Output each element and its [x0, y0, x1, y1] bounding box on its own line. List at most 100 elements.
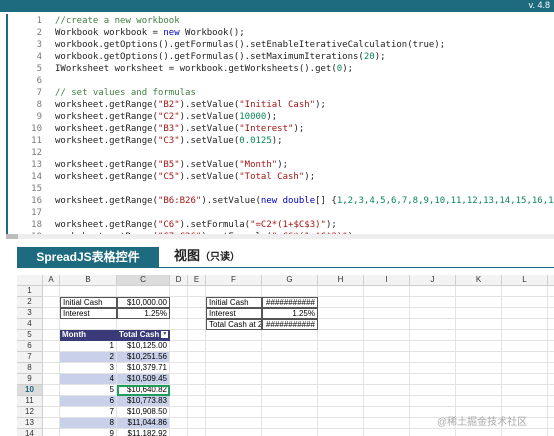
filter-dropdown-icon[interactable]: ▼ [161, 331, 169, 339]
grid-cell[interactable] [262, 385, 318, 396]
code-line[interactable]: 7 // set values and formulas [0, 88, 554, 99]
grid-cell[interactable] [188, 429, 206, 436]
grid-cell[interactable] [206, 330, 262, 341]
grid-cell[interactable] [410, 396, 456, 407]
grid-corner[interactable] [17, 275, 43, 286]
grid-cell[interactable] [410, 330, 456, 341]
grid-cell[interactable] [43, 352, 60, 363]
grid-cell[interactable] [548, 374, 554, 385]
grid-cell[interactable] [502, 341, 548, 352]
row-header-3[interactable]: 3 [17, 308, 43, 319]
grid-cell[interactable] [364, 407, 410, 418]
cell-f2[interactable]: Initial Cash [206, 297, 262, 308]
grid-cell[interactable] [206, 341, 262, 352]
grid-cell[interactable] [410, 286, 456, 297]
grid-cell[interactable] [206, 363, 262, 374]
grid-cell[interactable] [188, 341, 206, 352]
grid-cell[interactable] [548, 330, 554, 341]
grid-cell[interactable] [43, 341, 60, 352]
cell-b3[interactable]: Interest [60, 308, 117, 319]
grid-cell[interactable] [364, 385, 410, 396]
grid-cell[interactable] [456, 341, 502, 352]
grid-cell[interactable] [548, 286, 554, 297]
column-header-l[interactable]: L [502, 275, 548, 286]
grid-cell[interactable] [188, 374, 206, 385]
grid-cell[interactable] [364, 429, 410, 436]
grid-cell[interactable] [410, 363, 456, 374]
grid-cell[interactable] [262, 352, 318, 363]
grid-cell[interactable] [364, 374, 410, 385]
grid-cell[interactable] [502, 385, 548, 396]
code-line[interactable]: 6 [0, 76, 554, 87]
cell-c2[interactable]: $10,000.00 [117, 297, 170, 308]
grid-cell[interactable] [502, 297, 548, 308]
table-cell-month[interactable]: 3 [60, 363, 117, 374]
table-cell-month[interactable]: 7 [60, 407, 117, 418]
grid-cell[interactable] [170, 319, 188, 330]
grid-cell[interactable] [364, 319, 410, 330]
grid-cell[interactable] [364, 297, 410, 308]
grid-cell[interactable] [43, 407, 60, 418]
grid-cell[interactable] [43, 385, 60, 396]
table-cell-month[interactable]: 1 [60, 341, 117, 352]
grid-cell[interactable] [410, 297, 456, 308]
grid-cell[interactable] [502, 330, 548, 341]
row-header-2[interactable]: 2 [17, 297, 43, 308]
code-line[interactable]: 14 worksheet.getRange("C5").setValue("Tot… [0, 172, 554, 183]
grid-cell[interactable] [188, 286, 206, 297]
code-line[interactable]: 10 worksheet.getRange("B3").setValue("Int… [0, 124, 554, 135]
table-header-month[interactable]: Month [60, 330, 117, 341]
grid-cell[interactable] [206, 385, 262, 396]
grid-cell[interactable] [206, 352, 262, 363]
grid-cell[interactable] [548, 429, 554, 436]
cell-g3[interactable]: 1.25% [262, 308, 318, 319]
grid-cell[interactable] [170, 297, 188, 308]
grid-cell[interactable] [318, 341, 364, 352]
grid-cell[interactable] [456, 319, 502, 330]
row-header-8[interactable]: 8 [17, 363, 43, 374]
grid-cell[interactable] [206, 429, 262, 436]
grid-cell[interactable] [456, 352, 502, 363]
cell-b2[interactable]: Initial Cash [60, 297, 117, 308]
grid-cell[interactable] [43, 308, 60, 319]
spreadsheet-grid[interactable]: ABCDEFGHIJKLMN1234567891011121314Initial… [17, 273, 554, 436]
grid-cell[interactable] [502, 374, 548, 385]
grid-cell[interactable] [43, 297, 60, 308]
grid-cell[interactable] [262, 396, 318, 407]
row-header-13[interactable]: 13 [17, 418, 43, 429]
column-header-b[interactable]: B [60, 275, 117, 286]
grid-cell[interactable] [318, 396, 364, 407]
row-header-11[interactable]: 11 [17, 396, 43, 407]
row-header-5[interactable]: 5 [17, 330, 43, 341]
code-editor[interactable]: 1 //create a new workbook 2 Workbook workbo… [0, 12, 554, 234]
grid-cell[interactable] [170, 363, 188, 374]
grid-cell[interactable] [170, 429, 188, 436]
grid-cell[interactable] [364, 286, 410, 297]
column-header-c[interactable]: C [117, 275, 170, 286]
grid-cell[interactable] [170, 341, 188, 352]
grid-cell[interactable] [170, 352, 188, 363]
grid-cell[interactable] [456, 429, 502, 436]
grid-cell[interactable] [410, 385, 456, 396]
grid-cell[interactable] [318, 286, 364, 297]
grid-cell[interactable] [364, 341, 410, 352]
grid-cell[interactable] [548, 396, 554, 407]
grid-cell[interactable] [456, 363, 502, 374]
grid-cell[interactable] [548, 418, 554, 429]
grid-cell[interactable] [548, 385, 554, 396]
grid-cell[interactable] [364, 418, 410, 429]
grid-cell[interactable] [548, 407, 554, 418]
grid-cell[interactable] [548, 363, 554, 374]
grid-cell[interactable] [188, 297, 206, 308]
editor-scrollbar-thumb[interactable] [6, 234, 18, 239]
grid-cell[interactable] [117, 319, 170, 330]
cell-f3[interactable]: Interest [206, 308, 262, 319]
grid-cell[interactable] [318, 374, 364, 385]
grid-cell[interactable] [170, 308, 188, 319]
column-header-d[interactable]: D [170, 275, 188, 286]
grid-cell[interactable] [318, 363, 364, 374]
grid-cell[interactable] [262, 407, 318, 418]
grid-cell[interactable] [318, 297, 364, 308]
code-line[interactable]: 8 worksheet.getRange("B2").setValue("Init… [0, 100, 554, 111]
grid-cell[interactable] [206, 407, 262, 418]
